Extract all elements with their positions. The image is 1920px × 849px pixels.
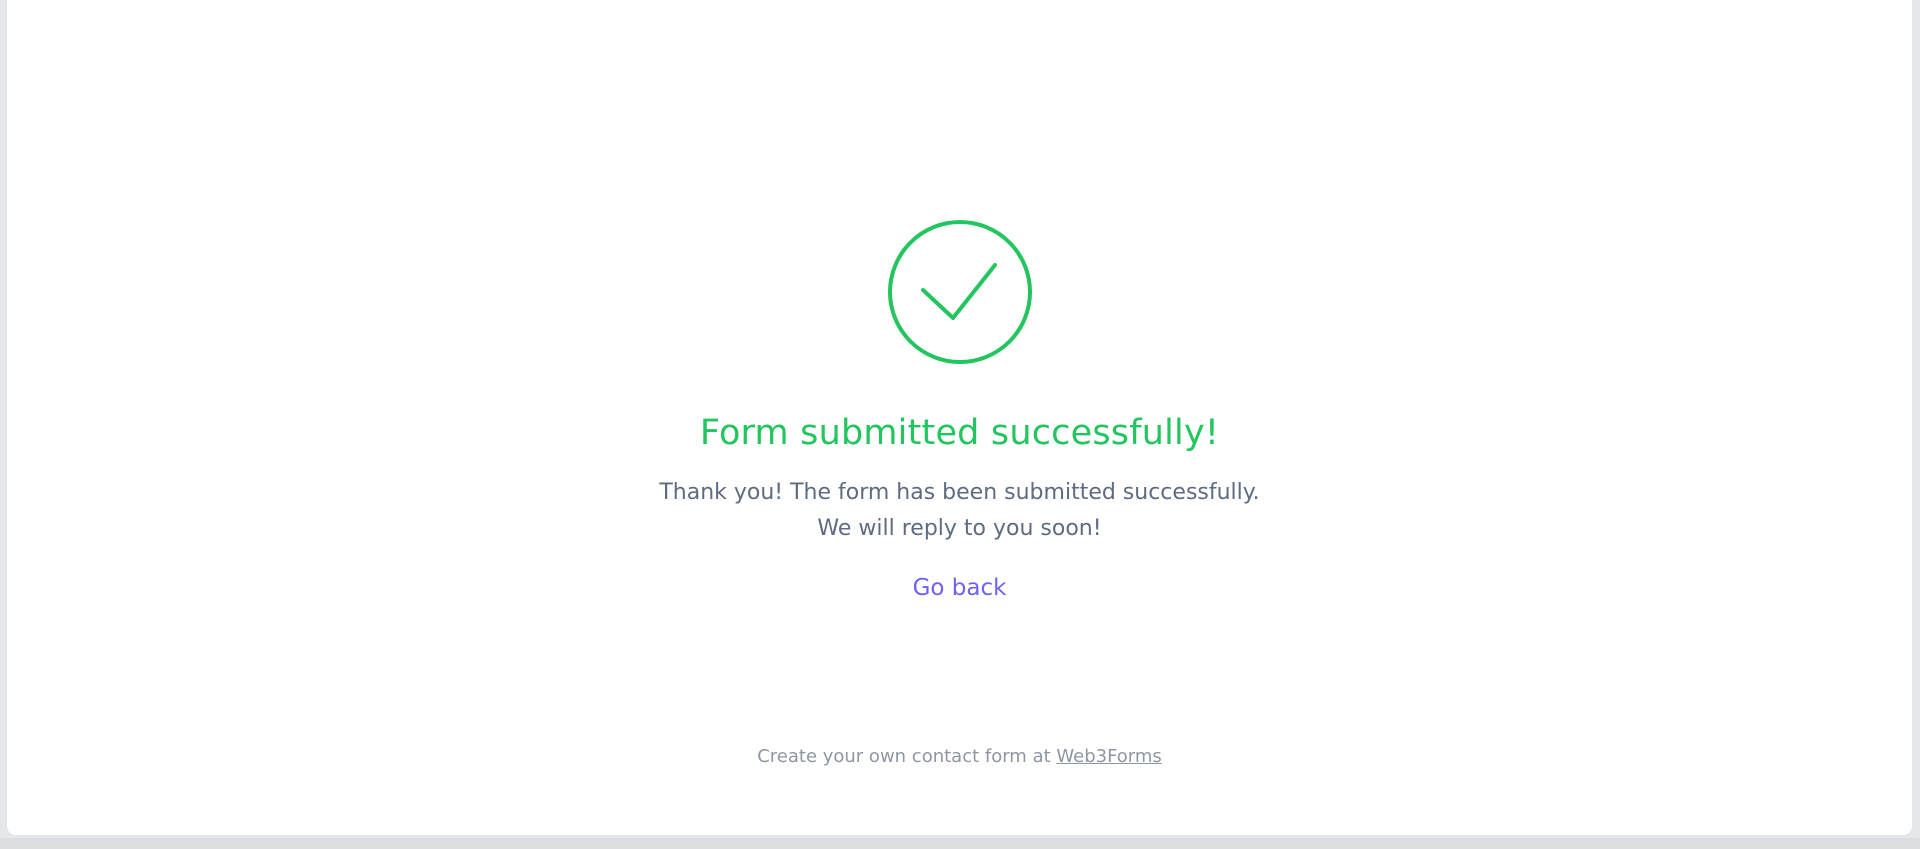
- bottom-strip: [0, 838, 1920, 849]
- success-title: Form submitted successfully!: [699, 413, 1220, 453]
- footer-text: Create your own contact form at: [757, 746, 1057, 767]
- check-circle-icon: [887, 220, 1032, 364]
- footer: Create your own contact form at Web3Form…: [7, 744, 1912, 770]
- web3forms-link[interactable]: Web3Forms: [1056, 746, 1161, 767]
- success-message-line-1: Thank you! The form has been submitted s…: [659, 480, 1260, 505]
- success-message: Thank you! The form has been submitted s…: [659, 475, 1259, 547]
- go-back-link[interactable]: Go back: [913, 572, 1007, 604]
- success-message-line-2: We will reply to you soon!: [817, 516, 1102, 541]
- success-content: Form submitted successfully! Thank you! …: [7, 219, 1912, 604]
- success-card: Form submitted successfully! Thank you! …: [6, 0, 1913, 836]
